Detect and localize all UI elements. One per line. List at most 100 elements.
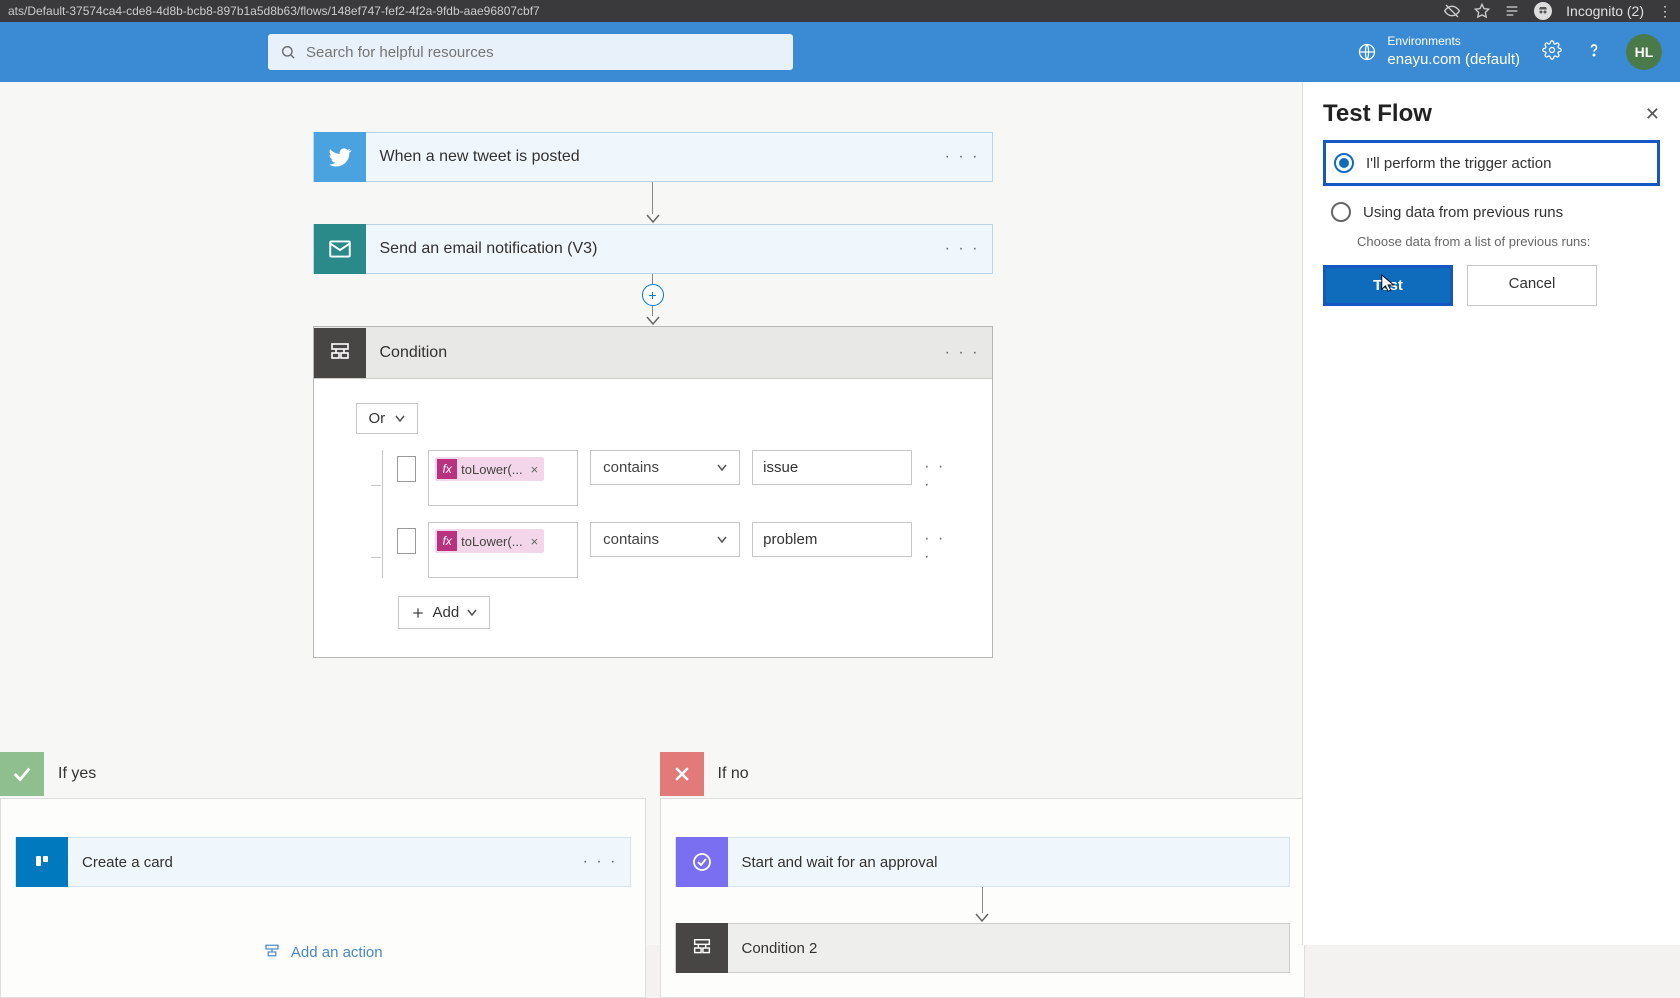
left-operand[interactable]: fx toLower(... × <box>428 522 578 578</box>
add-label: Add <box>433 604 460 621</box>
flow-canvas: When a new tweet is posted · · · Send an… <box>0 82 1305 945</box>
approval-title: Start and wait for an approval <box>728 854 1290 871</box>
env-label: Environments <box>1387 34 1520 50</box>
env-name: enayu.com (default) <box>1387 50 1520 70</box>
radio-label: Using data from previous runs <box>1363 204 1563 221</box>
add-action-label: Add an action <box>291 944 383 961</box>
incognito-icon[interactable] <box>1534 2 1552 20</box>
value-input[interactable]: issue <box>752 450 912 485</box>
search-icon <box>280 44 296 60</box>
test-button[interactable]: Test <box>1323 265 1453 306</box>
arrow-connector-plus: + <box>313 274 993 326</box>
fx-icon: fx <box>437 531 457 551</box>
value-input[interactable]: problem <box>752 522 912 557</box>
app-header: Environments enayu.com (default) HL <box>0 22 1680 82</box>
check-icon <box>0 752 44 796</box>
plus-icon <box>411 606 425 620</box>
add-condition-button[interactable]: Add <box>398 596 491 629</box>
condition-icon <box>314 328 366 378</box>
radio-subnote: Choose data from a list of previous runs… <box>1357 234 1660 249</box>
if-yes-title: If yes <box>44 765 96 783</box>
mail-icon <box>314 224 366 274</box>
twitter-icon <box>314 132 366 182</box>
email-action-title: Send an email notification (V3) <box>366 240 933 258</box>
pill-text: toLower(... <box>461 462 522 477</box>
if-yes-header[interactable]: If yes <box>0 750 646 798</box>
chevron-down-icon <box>717 536 727 544</box>
operator-dropdown[interactable]: contains <box>590 522 740 557</box>
operator-label: contains <box>603 459 659 476</box>
test-flow-panel: Test Flow ✕ I'll perform the trigger act… <box>1302 82 1680 945</box>
url-text: ats/Default-37574ca4-cde8-4d8b-bcb8-897b… <box>8 4 1444 18</box>
row-menu[interactable]: · · · <box>924 530 949 566</box>
arrow-connector <box>313 182 993 224</box>
condition-menu[interactable]: · · · <box>933 344 992 362</box>
user-avatar[interactable]: HL <box>1626 34 1662 70</box>
fx-icon: fx <box>437 459 457 479</box>
chevron-down-icon <box>467 609 477 617</box>
radio-unselected-icon <box>1331 202 1351 222</box>
condition-icon <box>676 923 728 973</box>
close-icon[interactable]: ✕ <box>1645 104 1660 125</box>
expression-pill[interactable]: fx toLower(... × <box>435 457 544 481</box>
star-icon[interactable] <box>1474 3 1490 19</box>
condition-row: fx toLower(... × contains issue · · · <box>371 450 950 506</box>
list-icon[interactable] <box>1504 3 1520 19</box>
row-checkbox[interactable] <box>397 456 416 482</box>
radio-perform-trigger[interactable]: I'll perform the trigger action <box>1323 140 1660 186</box>
remove-pill-icon[interactable]: × <box>531 462 539 477</box>
trigger-card[interactable]: When a new tweet is posted · · · <box>313 132 993 182</box>
chevron-down-icon <box>395 415 405 423</box>
add-action-link[interactable]: Add an action <box>15 943 631 961</box>
browser-address-bar: ats/Default-37574ca4-cde8-4d8b-bcb8-897b… <box>0 0 1680 22</box>
condition-card[interactable]: Condition · · · Or fx <box>313 326 993 658</box>
arrow-connector <box>675 887 1291 923</box>
incognito-label: Incognito (2) <box>1566 3 1644 19</box>
condition2-title: Condition 2 <box>728 940 1290 957</box>
if-no-title: If no <box>704 765 749 783</box>
condition2-step[interactable]: Condition 2 <box>675 923 1291 973</box>
remove-pill-icon[interactable]: × <box>531 534 539 549</box>
operator-dropdown[interactable]: contains <box>590 450 740 485</box>
chevron-down-icon <box>717 464 727 472</box>
approval-icon <box>676 837 728 887</box>
cancel-button[interactable]: Cancel <box>1467 265 1597 306</box>
expression-pill[interactable]: fx toLower(... × <box>435 529 544 553</box>
row-menu[interactable]: · · · <box>924 458 949 494</box>
add-step-button[interactable]: + <box>642 284 664 306</box>
email-action-card[interactable]: Send an email notification (V3) · · · <box>313 224 993 274</box>
browser-controls: Incognito (2) ⋮ <box>1444 2 1672 20</box>
pill-text: toLower(... <box>461 534 522 549</box>
environment-picker[interactable]: Environments enayu.com (default) <box>1357 34 1520 69</box>
help-icon[interactable] <box>1584 40 1604 65</box>
create-card-step[interactable]: Create a card · · · <box>15 837 631 887</box>
trello-icon <box>16 837 68 887</box>
if-yes-branch: If yes Create a card · · · Add an action <box>0 750 646 998</box>
radio-previous-runs[interactable]: Using data from previous runs <box>1323 192 1660 232</box>
x-icon <box>660 752 704 796</box>
create-card-title: Create a card <box>68 854 571 871</box>
radio-selected-icon <box>1334 153 1354 173</box>
panel-title: Test Flow <box>1323 100 1432 128</box>
globe-icon <box>1357 42 1377 62</box>
eye-off-icon[interactable] <box>1444 3 1460 19</box>
if-no-branch: If no Start and wait for an approval <box>660 750 1306 998</box>
logic-dropdown[interactable]: Or <box>356 403 419 434</box>
operator-label: contains <box>603 531 659 548</box>
flow-icon <box>263 943 281 961</box>
if-no-header[interactable]: If no <box>660 750 1306 798</box>
trigger-menu[interactable]: · · · <box>933 148 992 166</box>
email-action-menu[interactable]: · · · <box>933 240 992 258</box>
search-box[interactable] <box>268 34 793 70</box>
logic-label: Or <box>369 410 386 427</box>
approval-step[interactable]: Start and wait for an approval <box>675 837 1291 887</box>
left-operand[interactable]: fx toLower(... × <box>428 450 578 506</box>
search-input[interactable] <box>306 44 781 61</box>
radio-label: I'll perform the trigger action <box>1366 155 1551 172</box>
gear-icon[interactable] <box>1542 40 1562 65</box>
trigger-title: When a new tweet is posted <box>366 148 933 166</box>
create-card-menu[interactable]: · · · <box>571 853 630 871</box>
row-checkbox[interactable] <box>397 528 416 554</box>
condition-row: fx toLower(... × contains problem · · · <box>371 522 950 578</box>
kebab-icon[interactable]: ⋮ <box>1658 3 1672 20</box>
